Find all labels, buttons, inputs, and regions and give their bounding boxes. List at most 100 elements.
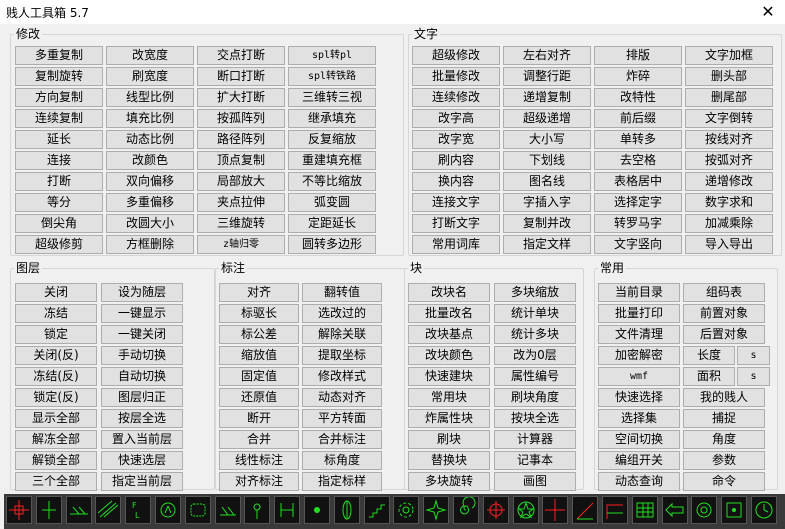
layer-button-5-1[interactable]: 图层归正	[101, 388, 183, 407]
text-button-9-0[interactable]: 常用词库	[412, 235, 500, 254]
text-button-3-3[interactable]: 文字倒转	[685, 109, 773, 128]
modify-button-0-2[interactable]: 交点打断	[197, 46, 285, 65]
text-button-2-1[interactable]: 递增复制	[503, 88, 591, 107]
common-button-1-1[interactable]: 前置对象	[683, 304, 765, 323]
dim-button-3-0[interactable]: 缩放值	[219, 346, 299, 365]
dim-button-0-0[interactable]: 对齐	[219, 283, 299, 302]
modify-button-8-1[interactable]: 改圆大小	[106, 214, 194, 233]
modify-button-7-2[interactable]: 夹点拉伸	[197, 193, 285, 212]
text-button-1-2[interactable]: 炸碎	[594, 67, 682, 86]
diagonal-icon[interactable]	[572, 496, 599, 524]
text-button-0-2[interactable]: 排版	[594, 46, 682, 65]
block-button-4-1[interactable]: 属性编号	[494, 367, 576, 386]
ground-icon[interactable]	[214, 496, 241, 524]
block-button-2-0[interactable]: 改块基点	[408, 325, 490, 344]
common2-button-0-1[interactable]: 我的贱人	[683, 388, 765, 407]
modify-button-2-3[interactable]: 三维转三视	[288, 88, 376, 107]
block-button-1-1[interactable]: 统计单块	[494, 304, 576, 323]
square-dot-icon[interactable]	[721, 496, 748, 524]
area-button[interactable]: 面积	[683, 367, 735, 386]
block-button-5-0[interactable]: 常用块	[408, 388, 490, 407]
modify-button-5-1[interactable]: 改颜色	[106, 151, 194, 170]
text-button-7-1[interactable]: 字插入字	[503, 193, 591, 212]
layer-button-8-1[interactable]: 快速选层	[101, 451, 183, 470]
text-button-9-1[interactable]: 指定文样	[503, 235, 591, 254]
cross-icon[interactable]	[542, 496, 569, 524]
modify-button-7-0[interactable]: 等分	[15, 193, 103, 212]
common-button-0-0[interactable]: 当前目录	[598, 283, 680, 302]
common2-button-2-0[interactable]: 空间切换	[598, 430, 680, 449]
modify-button-0-3[interactable]: spl转pl	[288, 46, 376, 65]
common2-button-2-1[interactable]: 角度	[683, 430, 765, 449]
modify-button-0-0[interactable]: 多重复制	[15, 46, 103, 65]
text-button-7-0[interactable]: 连接文字	[412, 193, 500, 212]
common2-button-1-1[interactable]: 捕捉	[683, 409, 765, 428]
block-button-9-1[interactable]: 画图	[494, 472, 576, 491]
modify-button-1-1[interactable]: 刷宽度	[106, 67, 194, 86]
branch-icon[interactable]	[274, 496, 301, 524]
common-button-2-1[interactable]: 后置对象	[683, 325, 765, 344]
pin-icon[interactable]	[244, 496, 271, 524]
modify-button-1-0[interactable]: 复制旋转	[15, 67, 103, 86]
text-button-7-3[interactable]: 数字求和	[685, 193, 773, 212]
layer-button-9-0[interactable]: 三个全部	[15, 472, 97, 491]
dim-button-3-1[interactable]: 提取坐标	[302, 346, 382, 365]
text-button-3-0[interactable]: 改字高	[412, 109, 500, 128]
modify-button-8-0[interactable]: 倒尖角	[15, 214, 103, 233]
block-button-5-1[interactable]: 刷块角度	[494, 388, 576, 407]
length-s-button[interactable]: s	[737, 346, 770, 365]
dot-icon[interactable]	[304, 496, 330, 524]
dim-button-7-1[interactable]: 合并标注	[302, 430, 382, 449]
text-button-8-0[interactable]: 打断文字	[412, 214, 500, 233]
text-button-4-3[interactable]: 按线对齐	[685, 130, 773, 149]
modify-button-9-1[interactable]: 方框删除	[106, 235, 194, 254]
parallel-icon[interactable]	[65, 496, 92, 524]
layer-button-6-1[interactable]: 按层全选	[101, 409, 183, 428]
hatch-icon[interactable]	[95, 496, 122, 524]
decrypt-button[interactable]: 加密解密	[598, 346, 680, 365]
block-button-9-0[interactable]: 多块旋转	[408, 472, 490, 491]
block-button-0-1[interactable]: 多块缩放	[494, 283, 576, 302]
dim-button-2-0[interactable]: 标公差	[219, 325, 299, 344]
modify-button-3-2[interactable]: 按孤阵列	[197, 109, 285, 128]
dim-button-5-1[interactable]: 动态对齐	[302, 388, 382, 407]
layer-button-4-0[interactable]: 冻结(反)	[15, 367, 97, 386]
layer-button-9-1[interactable]: 指定当前层	[101, 472, 183, 491]
modify-button-6-3[interactable]: 不等比缩放	[288, 172, 376, 191]
modify-button-1-2[interactable]: 断口打断	[197, 67, 285, 86]
dim-button-4-0[interactable]: 固定值	[219, 367, 299, 386]
star-burst-icon[interactable]	[423, 496, 450, 524]
modify-button-5-0[interactable]: 连接	[15, 151, 103, 170]
layer-button-8-0[interactable]: 解锁全部	[15, 451, 97, 470]
block-button-3-0[interactable]: 改块颜色	[408, 346, 490, 365]
layer-button-4-1[interactable]: 自动切换	[101, 367, 183, 386]
dim-button-1-0[interactable]: 标驱长	[219, 304, 299, 323]
dim-button-5-0[interactable]: 还原值	[219, 388, 299, 407]
text-button-6-0[interactable]: 换内容	[412, 172, 500, 191]
modify-button-5-2[interactable]: 顶点复制	[197, 151, 285, 170]
modify-button-6-0[interactable]: 打断	[15, 172, 103, 191]
modify-button-6-1[interactable]: 双向偏移	[106, 172, 194, 191]
dim-button-6-1[interactable]: 平方转面	[302, 409, 382, 428]
block-button-7-0[interactable]: 刷块	[408, 430, 490, 449]
clock-icon[interactable]	[751, 496, 777, 524]
arrow-left-icon[interactable]	[661, 496, 688, 524]
stairs-icon[interactable]	[363, 496, 390, 524]
block-button-1-0[interactable]: 批量改名	[408, 304, 490, 323]
modify-button-3-3[interactable]: 继承填充	[288, 109, 376, 128]
text-button-4-1[interactable]: 大小写	[503, 130, 591, 149]
length-button[interactable]: 长度	[683, 346, 735, 365]
modify-button-3-0[interactable]: 连续复制	[15, 109, 103, 128]
text-button-6-2[interactable]: 表格居中	[594, 172, 682, 191]
modify-button-8-3[interactable]: 定距延长	[288, 214, 376, 233]
text-button-9-3[interactable]: 导入导出	[685, 235, 773, 254]
text-button-0-1[interactable]: 左右对齐	[503, 46, 591, 65]
block-button-4-0[interactable]: 快速建块	[408, 367, 490, 386]
modify-button-5-3[interactable]: 重建填充框	[288, 151, 376, 170]
modify-button-6-2[interactable]: 局部放大	[197, 172, 285, 191]
text-button-7-2[interactable]: 选择定字	[594, 193, 682, 212]
text-button-3-1[interactable]: 超级递增	[503, 109, 591, 128]
dim-button-2-1[interactable]: 解除关联	[302, 325, 382, 344]
dim-button-0-1[interactable]: 翻转值	[302, 283, 382, 302]
dim-button-8-1[interactable]: 标角度	[302, 451, 382, 470]
